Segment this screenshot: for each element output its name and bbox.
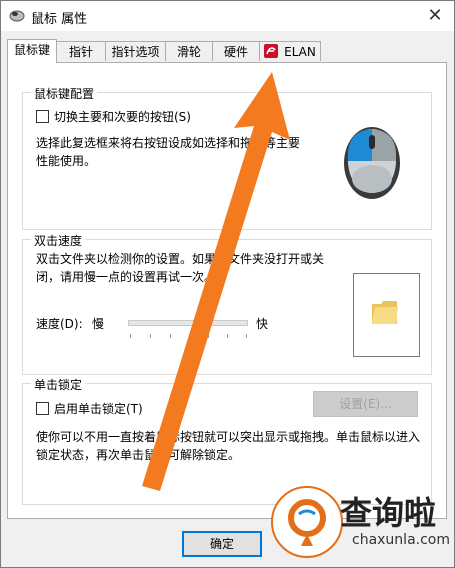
slow-label: 慢 <box>92 317 105 331</box>
double-click-description: 双击文件夹以检测你的设置。如果该文件夹没打开或关闭，请用慢一点的设置再试一次。 <box>36 252 325 284</box>
speed-slider-thumb[interactable] <box>199 313 210 331</box>
click-lock-label[interactable]: 启用单击锁定(T) <box>54 400 143 417</box>
close-icon: ✕ <box>427 5 443 26</box>
tab-buttons-label: 鼠标键 <box>13 43 50 57</box>
tab-pointers[interactable]: 指针 <box>56 41 106 61</box>
switch-buttons-label[interactable]: 切换主要和次要的按钮(S) <box>54 108 191 125</box>
slider-tick <box>170 334 171 338</box>
button-config-title: 鼠标键配置 <box>31 85 98 102</box>
switch-buttons-checkbox[interactable] <box>36 110 49 123</box>
click-lock-description: 使你可以不用一直按着鼠标按钮就可以突出显示或拖拽。单击鼠标以进入锁定状态，再次单… <box>36 430 421 462</box>
tab-elan[interactable]: ELAN <box>259 41 321 61</box>
slider-tick <box>227 334 228 338</box>
mouse-icon <box>9 10 25 22</box>
mouse-illustration-icon <box>344 127 400 199</box>
close-button[interactable]: ✕ <box>424 5 446 27</box>
tab-buttons[interactable]: 鼠标键 <box>7 39 57 63</box>
slider-tick <box>130 334 131 338</box>
watermark-brand: 查询啦 <box>340 494 437 532</box>
tab-wheel[interactable]: 滑轮 <box>165 41 213 61</box>
window-title: 鼠标 属性 <box>31 12 88 27</box>
tab-elan-label: ELAN <box>284 45 316 59</box>
click-lock-settings-button[interactable]: 设置(E)... <box>313 391 418 417</box>
ok-button[interactable]: 确定 <box>182 531 262 557</box>
test-folder-area[interactable] <box>353 273 420 357</box>
elan-logo-icon <box>264 44 279 58</box>
watermark-url: chaxunla.com <box>352 532 450 548</box>
button-config-description: 选择此复选框来将右按钮设成如选择和拖拉等主要性能使用。 <box>36 136 301 168</box>
mouse-properties-window: 鼠标 属性 ✕ 鼠标键 指针 指针选项 滑轮 硬件 ELAN 鼠标键配置 切换主… <box>0 0 455 568</box>
tab-pointer-options[interactable]: 指针选项 <box>105 41 166 61</box>
double-click-title: 双击速度 <box>31 232 86 249</box>
click-lock-checkbox[interactable] <box>36 402 49 415</box>
speed-label: 速度(D): <box>36 317 83 331</box>
fast-label: 快 <box>256 317 269 331</box>
tab-pointer-options-label: 指针选项 <box>111 45 160 59</box>
slider-tick <box>208 334 209 338</box>
tab-panel-buttons: 鼠标键配置 切换主要和次要的按钮(S) 选择此复选框来将右按钮设成如选择和拖拉等… <box>7 62 447 519</box>
tab-pointers-label: 指针 <box>68 45 93 59</box>
slider-tick <box>246 334 247 338</box>
watermark-logo-icon <box>271 486 343 558</box>
tab-hardware[interactable]: 硬件 <box>212 41 260 61</box>
click-lock-title: 单击锁定 <box>31 376 86 393</box>
tab-wheel-label: 滑轮 <box>176 45 201 59</box>
slider-tick <box>150 334 151 338</box>
tab-hardware-label: 硬件 <box>223 45 248 59</box>
speed-slider-track[interactable] <box>128 320 248 326</box>
slider-tick <box>189 334 190 338</box>
title-bar: 鼠标 属性 ✕ <box>1 1 454 31</box>
folder-icon <box>372 301 398 324</box>
